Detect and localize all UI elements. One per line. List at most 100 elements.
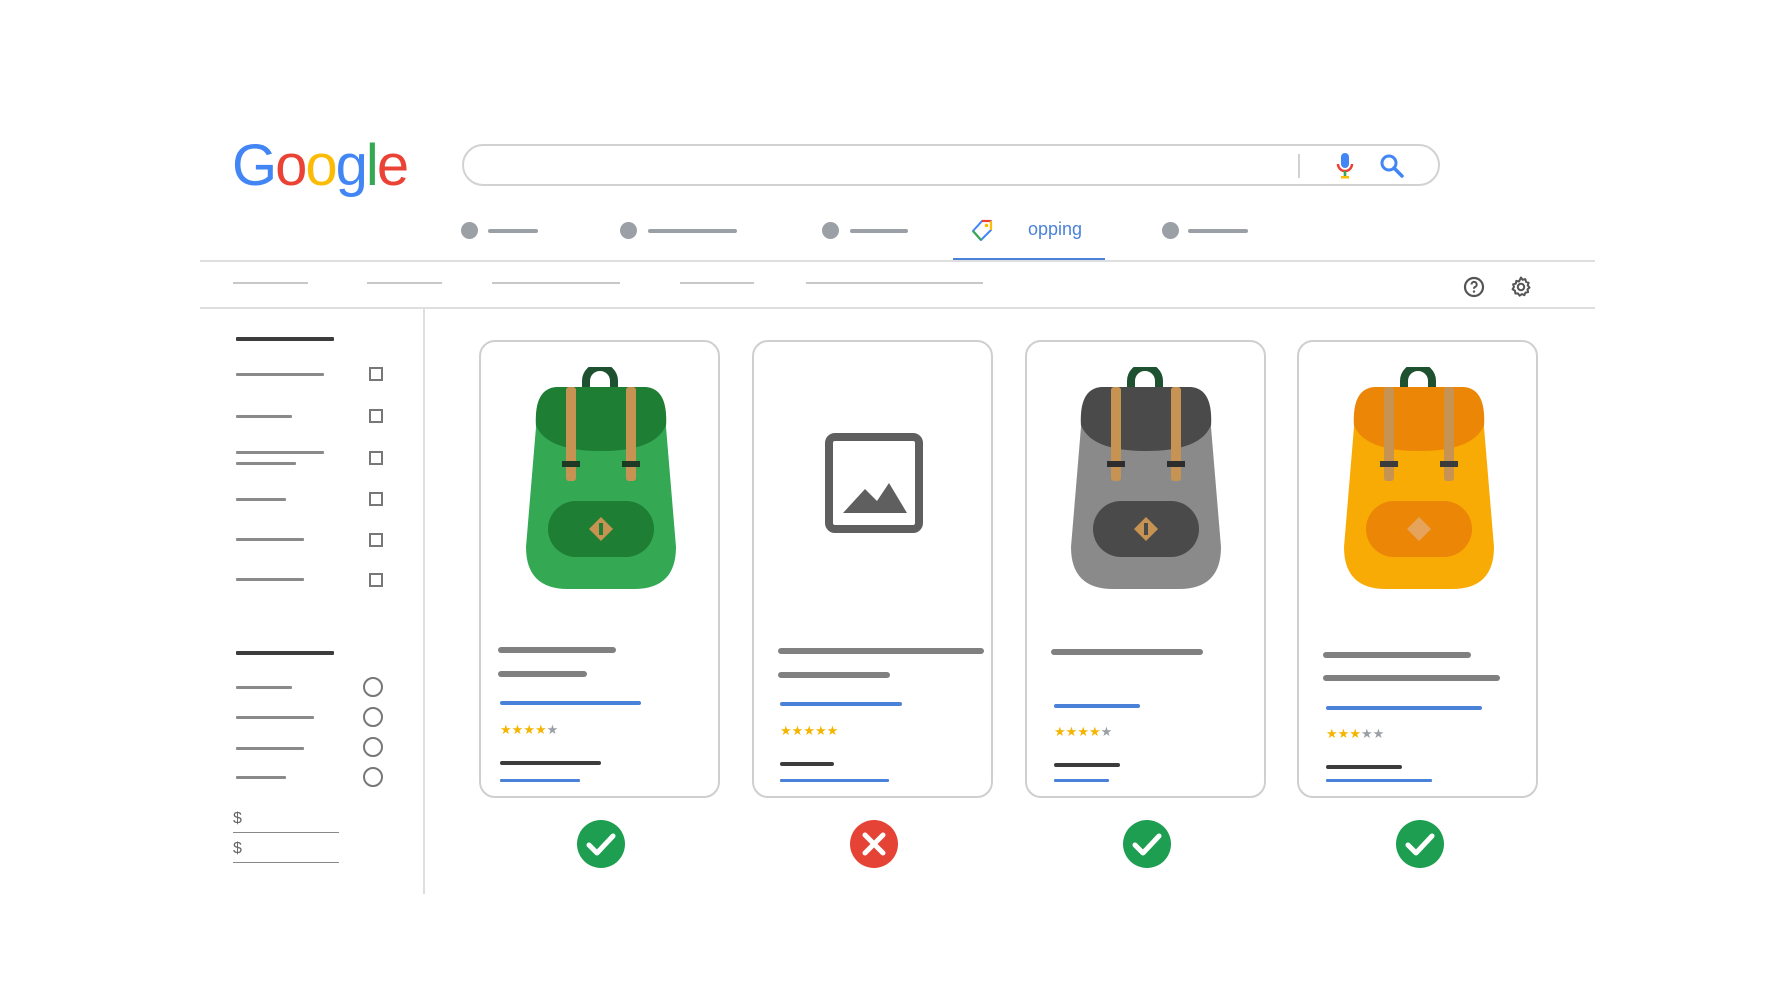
help-icon[interactable] bbox=[1462, 275, 1486, 299]
star-icon: ★ bbox=[1077, 725, 1089, 740]
gear-icon[interactable] bbox=[1509, 275, 1533, 299]
search-box[interactable] bbox=[462, 144, 1440, 186]
image-placeholder-icon bbox=[825, 433, 923, 533]
rating-stars: ★★★★★ bbox=[1326, 728, 1384, 742]
price-min-field[interactable] bbox=[233, 832, 339, 833]
star-icon: ★ bbox=[1337, 727, 1350, 742]
product-title[interactable] bbox=[1323, 652, 1471, 658]
star-icon: ★ bbox=[534, 723, 547, 738]
star-icon: ★ bbox=[1088, 725, 1101, 740]
tab-all-icon[interactable] bbox=[461, 222, 478, 239]
star-icon: ★ bbox=[1326, 727, 1338, 742]
tab-news[interactable] bbox=[850, 229, 908, 233]
filter-option-label bbox=[236, 451, 324, 454]
shopping-tag-icon[interactable] bbox=[970, 218, 994, 242]
product-title[interactable] bbox=[1051, 649, 1203, 655]
product-store[interactable] bbox=[1326, 765, 1402, 769]
star-icon: ★ bbox=[1065, 725, 1078, 740]
filter-checkbox[interactable] bbox=[369, 533, 383, 547]
subnav-item[interactable] bbox=[492, 282, 620, 284]
microphone-icon[interactable] bbox=[1336, 152, 1354, 180]
product-title[interactable] bbox=[498, 671, 587, 677]
price-max-field[interactable] bbox=[233, 862, 339, 863]
product-title[interactable] bbox=[778, 648, 984, 654]
filter-option-label bbox=[236, 716, 314, 719]
product-price[interactable] bbox=[780, 702, 902, 706]
tabs-divider bbox=[200, 260, 1595, 262]
rating-stars: ★★★★★ bbox=[1054, 726, 1112, 740]
logo-letter: l bbox=[365, 133, 379, 198]
check-icon bbox=[1123, 820, 1171, 868]
filter-radio[interactable] bbox=[363, 707, 383, 727]
star-icon: ★ bbox=[1360, 727, 1373, 742]
filter-option-label bbox=[236, 373, 324, 376]
star-icon: ★ bbox=[511, 723, 524, 738]
star-icon: ★ bbox=[546, 723, 559, 738]
product-link[interactable] bbox=[780, 779, 889, 782]
product-link[interactable] bbox=[1054, 779, 1109, 782]
star-icon: ★ bbox=[791, 724, 804, 739]
product-price[interactable] bbox=[1326, 706, 1482, 710]
subnav-item[interactable] bbox=[806, 282, 983, 284]
star-icon: ★ bbox=[814, 724, 827, 739]
product-price[interactable] bbox=[500, 701, 641, 705]
orange-backpack-image bbox=[1344, 367, 1494, 589]
filter-heading bbox=[236, 337, 334, 341]
product-store[interactable] bbox=[500, 761, 601, 765]
logo-letter: o bbox=[275, 133, 307, 198]
star-icon: ★ bbox=[523, 723, 535, 738]
tab-images[interactable] bbox=[648, 229, 737, 233]
filter-checkbox[interactable] bbox=[369, 409, 383, 423]
star-icon: ★ bbox=[500, 723, 512, 738]
filter-checkbox[interactable] bbox=[369, 573, 383, 587]
filter-checkbox[interactable] bbox=[369, 492, 383, 506]
tab-shopping[interactable]: opping bbox=[1028, 219, 1082, 240]
tab-all[interactable] bbox=[488, 229, 538, 233]
product-title[interactable] bbox=[778, 672, 890, 678]
star-icon: ★ bbox=[1372, 727, 1385, 742]
tab-more[interactable] bbox=[1188, 229, 1248, 233]
star-icon: ★ bbox=[826, 724, 839, 739]
filter-radio[interactable] bbox=[363, 677, 383, 697]
green-backpack-image bbox=[526, 367, 676, 589]
filter-checkbox[interactable] bbox=[369, 451, 383, 465]
product-link[interactable] bbox=[1326, 779, 1432, 782]
filter-option-label bbox=[236, 578, 304, 581]
subnav-item[interactable] bbox=[233, 282, 308, 284]
star-icon: ★ bbox=[1349, 727, 1361, 742]
tab-images-icon[interactable] bbox=[620, 222, 637, 239]
filter-option-label bbox=[236, 415, 292, 418]
logo-letter: o bbox=[305, 133, 337, 198]
filter-option-label bbox=[236, 498, 286, 501]
filter-checkbox[interactable] bbox=[369, 367, 383, 381]
rating-stars: ★★★★★ bbox=[500, 724, 558, 738]
product-link[interactable] bbox=[500, 779, 580, 782]
check-icon bbox=[577, 820, 625, 868]
product-price[interactable] bbox=[1054, 704, 1140, 708]
filter-radio[interactable] bbox=[363, 737, 383, 757]
star-icon: ★ bbox=[1100, 725, 1113, 740]
logo-letter: e bbox=[376, 133, 409, 198]
gray-backpack-image bbox=[1071, 367, 1221, 589]
filter-option-label bbox=[236, 538, 304, 541]
tab-more-icon[interactable] bbox=[1162, 222, 1179, 239]
star-icon: ★ bbox=[780, 724, 792, 739]
subnav-item[interactable] bbox=[367, 282, 442, 284]
check-icon bbox=[1396, 820, 1444, 868]
star-icon: ★ bbox=[803, 724, 815, 739]
price-max-symbol: $ bbox=[233, 840, 242, 857]
toolbar-divider bbox=[200, 307, 1595, 309]
price-min-symbol: $ bbox=[233, 810, 242, 827]
filter-option-label bbox=[236, 747, 304, 750]
magnifier-icon[interactable] bbox=[1379, 153, 1405, 179]
rating-stars: ★★★★★ bbox=[780, 725, 838, 739]
product-title[interactable] bbox=[498, 647, 616, 653]
tab-news-icon[interactable] bbox=[822, 222, 839, 239]
subnav-item[interactable] bbox=[680, 282, 754, 284]
google-logo[interactable]: Google bbox=[232, 132, 409, 199]
search-input[interactable] bbox=[484, 154, 1308, 180]
product-title[interactable] bbox=[1323, 675, 1500, 681]
product-store[interactable] bbox=[1054, 763, 1120, 767]
product-store[interactable] bbox=[780, 762, 834, 766]
filter-radio[interactable] bbox=[363, 767, 383, 787]
